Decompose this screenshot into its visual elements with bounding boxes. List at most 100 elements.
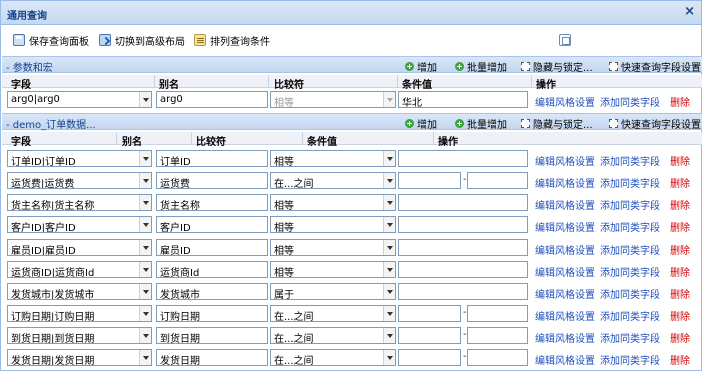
delete-link[interactable]: 删除	[670, 175, 690, 190]
edit-style-link[interactable]: 编辑风格设置	[535, 286, 595, 301]
demo-add-button[interactable]: 增加	[405, 116, 437, 131]
operator-select[interactable]: 在...之间	[270, 305, 396, 322]
operator-select[interactable]: 相等	[270, 261, 396, 278]
delete-link[interactable]: 删除	[670, 94, 690, 109]
condition-value-input[interactable]	[398, 194, 528, 211]
add-same-field-link[interactable]: 添加同类字段	[600, 197, 660, 212]
chevron-down-icon[interactable]	[139, 262, 151, 277]
edit-style-link[interactable]: 编辑风格设置	[535, 197, 595, 212]
chevron-down-icon[interactable]	[383, 217, 395, 232]
range-start-input[interactable]	[398, 349, 461, 366]
edit-style-link[interactable]: 编辑风格设置	[535, 153, 595, 168]
field-select[interactable]: 客户ID|客户ID	[7, 216, 152, 233]
alias-input[interactable]: 运货费	[156, 172, 268, 189]
chevron-down-icon[interactable]	[139, 284, 151, 299]
chevron-down-icon[interactable]	[139, 306, 151, 321]
range-start-input[interactable]	[398, 305, 461, 322]
chevron-down-icon[interactable]	[139, 328, 151, 343]
operator-select[interactable]: 相等	[270, 194, 396, 211]
add-same-field-link[interactable]: 添加同类字段	[600, 242, 660, 257]
field-select[interactable]: 订单ID|订单ID	[7, 150, 152, 167]
params-hide-lock-button[interactable]: 隐藏与锁定...	[521, 59, 593, 74]
chevron-down-icon[interactable]	[383, 328, 395, 343]
add-same-field-link[interactable]: 添加同类字段	[600, 175, 660, 190]
operator-select[interactable]: 相等	[270, 239, 396, 256]
alias-input[interactable]: 发货城市	[156, 283, 268, 300]
operator-select[interactable]: 属于	[270, 283, 396, 300]
chevron-down-icon[interactable]	[139, 151, 151, 166]
range-end-input[interactable]	[467, 327, 528, 344]
chevron-down-icon[interactable]	[383, 195, 395, 210]
add-same-field-link[interactable]: 添加同类字段	[600, 153, 660, 168]
chevron-down-icon[interactable]	[383, 240, 395, 255]
delete-link[interactable]: 删除	[670, 308, 690, 323]
field-select[interactable]: 运货费|运货费	[7, 172, 152, 189]
delete-link[interactable]: 删除	[670, 242, 690, 257]
condition-value-input[interactable]	[398, 150, 528, 167]
condition-value-input[interactable]	[398, 216, 528, 233]
field-select[interactable]: 雇员ID|雇员ID	[7, 239, 152, 256]
demo-hide-lock-button[interactable]: 隐藏与锁定...	[521, 116, 593, 131]
params-quick-settings-button[interactable]: 快速查询字段设置	[609, 59, 701, 74]
field-select[interactable]: 运货商ID|运货商Id	[7, 261, 152, 278]
demo-quick-settings-button[interactable]: 快速查询字段设置	[609, 116, 701, 131]
alias-input[interactable]: arg0	[156, 91, 268, 108]
delete-link[interactable]: 删除	[670, 153, 690, 168]
edit-style-link[interactable]: 编辑风格设置	[535, 330, 595, 345]
field-select[interactable]: 订购日期|订购日期	[7, 305, 152, 322]
chevron-down-icon[interactable]	[139, 217, 151, 232]
field-select[interactable]: 发货日期|发货日期	[7, 349, 152, 366]
edit-style-link[interactable]: 编辑风格设置	[535, 175, 595, 190]
chevron-down-icon[interactable]	[383, 284, 395, 299]
delete-link[interactable]: 删除	[670, 197, 690, 212]
add-same-field-link[interactable]: 添加同类字段	[600, 308, 660, 323]
field-select[interactable]: 到货日期|到货日期	[7, 327, 152, 344]
condition-value-input[interactable]	[398, 261, 528, 278]
edit-style-link[interactable]: 编辑风格设置	[535, 219, 595, 234]
add-same-field-link[interactable]: 添加同类字段	[600, 330, 660, 345]
edit-style-link[interactable]: 编辑风格设置	[535, 242, 595, 257]
operator-select[interactable]: 在...之间	[270, 327, 396, 344]
chevron-down-icon[interactable]	[383, 350, 395, 365]
chevron-down-icon[interactable]	[139, 240, 151, 255]
operator-select[interactable]: 在...之间	[270, 349, 396, 366]
range-end-input[interactable]	[467, 349, 528, 366]
delete-link[interactable]: 删除	[670, 286, 690, 301]
sort-conditions-button[interactable]: 排列查询条件	[194, 32, 270, 48]
range-start-input[interactable]	[398, 327, 461, 344]
edit-style-link[interactable]: 编辑风格设置	[535, 308, 595, 323]
alias-input[interactable]: 货主名称	[156, 194, 268, 211]
edit-style-link[interactable]: 编辑风格设置	[535, 352, 595, 367]
condition-value-input[interactable]: 华北	[398, 91, 528, 108]
range-end-input[interactable]	[467, 305, 528, 322]
range-end-input[interactable]	[467, 172, 528, 189]
range-start-input[interactable]	[398, 172, 461, 189]
add-same-field-link[interactable]: 添加同类字段	[600, 264, 660, 279]
alias-input[interactable]: 发货日期	[156, 349, 268, 366]
operator-select[interactable]: 相等	[270, 216, 396, 233]
delete-link[interactable]: 删除	[670, 264, 690, 279]
save-panel-button[interactable]: 保存查询面板	[13, 32, 89, 48]
field-select[interactable]: arg0|arg0	[7, 91, 152, 108]
switch-layout-button[interactable]: 切换到高级布局	[99, 32, 185, 48]
alias-input[interactable]: 雇员ID	[156, 239, 268, 256]
demo-batch-add-button[interactable]: 批量增加	[455, 116, 507, 131]
condition-value-input[interactable]	[398, 283, 528, 300]
chevron-down-icon[interactable]	[139, 92, 151, 107]
copy-button[interactable]	[559, 32, 571, 48]
edit-style-link[interactable]: 编辑风格设置	[535, 94, 595, 109]
edit-style-link[interactable]: 编辑风格设置	[535, 264, 595, 279]
chevron-down-icon[interactable]	[139, 195, 151, 210]
chevron-down-icon[interactable]	[383, 306, 395, 321]
add-same-field-link[interactable]: 添加同类字段	[600, 94, 660, 109]
alias-input[interactable]: 运货商Id	[156, 261, 268, 278]
delete-link[interactable]: 删除	[670, 219, 690, 234]
field-select[interactable]: 货主名称|货主名称	[7, 194, 152, 211]
operator-select[interactable]: 相等	[270, 91, 396, 108]
chevron-down-icon[interactable]	[383, 151, 395, 166]
chevron-down-icon[interactable]	[383, 92, 395, 107]
operator-select[interactable]: 在...之间	[270, 172, 396, 189]
params-batch-add-button[interactable]: 批量增加	[455, 59, 507, 74]
chevron-down-icon[interactable]	[139, 350, 151, 365]
params-section-header[interactable]: - 参数和宏 增加 批量增加 隐藏与锁定... 快速查询字段设置	[2, 56, 702, 74]
